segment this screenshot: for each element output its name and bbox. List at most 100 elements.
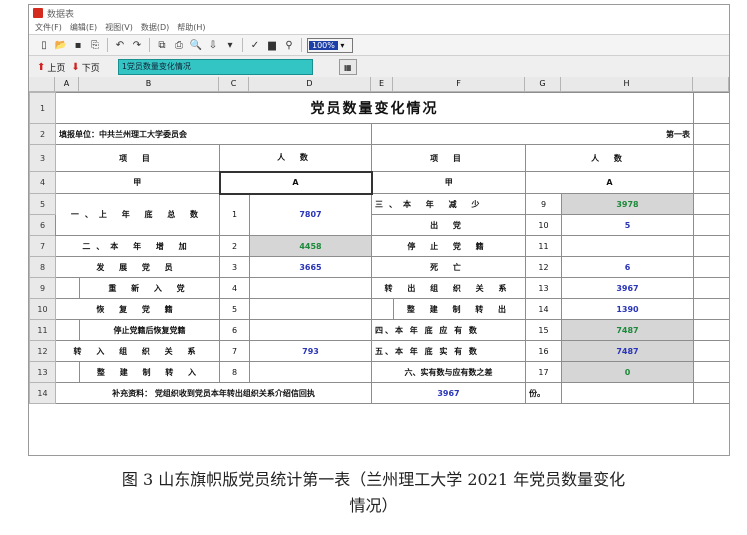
cell-code[interactable]: 14 [525, 298, 562, 320]
cell-value[interactable]: 3665 [249, 256, 372, 278]
cell-code[interactable]: 7 [219, 340, 250, 362]
cell-value[interactable] [249, 319, 372, 341]
cell-label[interactable]: 出 党 [371, 214, 526, 236]
tree-icon[interactable]: ⚲ [282, 38, 296, 52]
cell-value[interactable]: 7487 [561, 340, 694, 362]
cell[interactable] [693, 92, 729, 124]
cell[interactable] [561, 382, 694, 404]
supplementary-note[interactable]: 补充资料： 党组织收到党员本年转出组织关系介绍信回执 [55, 382, 372, 404]
cell-label[interactable]: 整 建 制 转 入 [79, 361, 220, 383]
dropdown-icon[interactable]: ▾ [223, 38, 237, 52]
menu-help[interactable]: 帮助(H) [177, 22, 205, 33]
menu-view[interactable]: 视图(V) [105, 22, 133, 33]
cell-code[interactable]: 12 [525, 256, 562, 278]
cell-code[interactable]: 2 [219, 235, 250, 257]
cell-code[interactable]: 4 [219, 277, 250, 299]
header-item-left[interactable]: 项 目 [55, 144, 220, 172]
col-header-c[interactable]: C [219, 77, 249, 91]
label-a-left[interactable]: A [218, 170, 373, 195]
cell-label[interactable]: 恢 复 党 籍 [55, 298, 220, 320]
zoom-select[interactable]: 100% ▾ [307, 37, 353, 53]
cell[interactable] [693, 214, 729, 236]
cell-label[interactable]: 死 亡 [371, 256, 526, 278]
menu-edit[interactable]: 编辑(E) [70, 22, 97, 33]
row-header[interactable]: 7 [29, 235, 56, 257]
prev-page-button[interactable]: ⬆ 上页 [37, 61, 65, 74]
cell-label[interactable]: 整 建 制 转 出 [393, 298, 526, 320]
cell-label[interactable]: 四、本 年 底 应 有 数 [371, 319, 526, 341]
row-header[interactable]: 5 [29, 193, 56, 215]
col-header-b[interactable]: B [79, 77, 219, 91]
cell-value[interactable]: 4458 [249, 235, 372, 257]
row-header[interactable]: 9 [29, 277, 56, 299]
cell-label[interactable]: 发 展 党 员 [55, 256, 220, 278]
cell-code[interactable]: 11 [525, 235, 562, 257]
open-folder-icon[interactable]: 📂 [54, 38, 68, 52]
row-header[interactable]: 11 [29, 319, 56, 341]
cell[interactable] [693, 319, 729, 341]
row-header[interactable]: 3 [29, 144, 56, 172]
row-header[interactable]: 1 [29, 92, 56, 124]
cell[interactable] [693, 340, 729, 362]
cell-value[interactable]: 7487 [561, 319, 694, 341]
header-count-right[interactable]: 人 数 [525, 144, 694, 172]
cell-label[interactable]: 停止党籍后恢复党籍 [79, 319, 220, 341]
row-header[interactable]: 4 [29, 171, 56, 194]
cell-label[interactable]: 一、上 年 底 总 数 [55, 193, 220, 236]
cell-value[interactable]: 793 [249, 340, 372, 362]
row-header[interactable]: 10 [29, 298, 56, 320]
header-count-left[interactable]: 人 数 [219, 144, 372, 172]
cell-label[interactable]: 转 入 组 织 关 系 [55, 340, 220, 362]
copy-icon[interactable]: ⧉ [155, 38, 169, 52]
cell-label[interactable]: 转 出 组 织 关 系 [371, 277, 526, 299]
row-header[interactable]: 13 [29, 361, 56, 383]
save-icon[interactable]: ▪ [71, 38, 85, 52]
cell[interactable] [693, 298, 729, 320]
cell[interactable] [693, 382, 729, 404]
cell[interactable] [693, 144, 729, 172]
cell-value[interactable]: 7807 [249, 193, 372, 236]
corner-cell[interactable] [29, 77, 55, 91]
cell-code[interactable]: 16 [525, 340, 562, 362]
cell[interactable] [693, 171, 729, 194]
cell-value[interactable] [561, 235, 694, 257]
label-jia-left[interactable]: 甲 [55, 171, 220, 194]
new-file-icon[interactable]: ▯ [37, 38, 51, 52]
cell-code[interactable]: 17 [525, 361, 562, 383]
supplementary-unit[interactable]: 份。 [525, 382, 562, 404]
row-header[interactable]: 2 [29, 123, 56, 145]
cell-code[interactable]: 13 [525, 277, 562, 299]
cell-label[interactable]: 三、本 年 减 少 [371, 193, 526, 215]
col-header-h[interactable]: H [561, 77, 693, 91]
redo-icon[interactable]: ↷ [130, 38, 144, 52]
print-icon[interactable]: ⎙ [172, 38, 186, 52]
header-item-right[interactable]: 项 目 [371, 144, 526, 172]
cell-code[interactable]: 1 [219, 193, 250, 236]
cell-code[interactable]: 15 [525, 319, 562, 341]
chart-icon[interactable]: ▆ [265, 38, 279, 52]
cell-code[interactable]: 8 [219, 361, 250, 383]
cell-label[interactable]: 二、本 年 增 加 [55, 235, 220, 257]
sheet-title[interactable]: 党员数量变化情况 [55, 92, 694, 124]
cell-label[interactable]: 五、本 年 底 实 有 数 [371, 340, 526, 362]
row-header[interactable]: 14 [29, 382, 56, 404]
row-header[interactable]: 8 [29, 256, 56, 278]
col-header-g[interactable]: G [525, 77, 561, 91]
row-header[interactable]: 6 [29, 214, 56, 236]
cell[interactable] [693, 235, 729, 257]
menu-data[interactable]: 数据(D) [141, 22, 169, 33]
export-icon[interactable]: ⇩ [206, 38, 220, 52]
calculator-icon[interactable]: ▦ [338, 59, 357, 75]
row-header[interactable]: 12 [29, 340, 56, 362]
col-header-a[interactable]: A [55, 77, 79, 91]
cell-value[interactable]: 0 [561, 361, 694, 383]
cell-indent[interactable] [55, 277, 80, 299]
cell[interactable] [693, 256, 729, 278]
col-header-f[interactable]: F [393, 77, 525, 91]
cell[interactable] [693, 361, 729, 383]
cell-label[interactable]: 停 止 党 籍 [371, 235, 526, 257]
sheet-number[interactable]: 第一表 [371, 123, 694, 145]
save-as-icon[interactable]: ⎘ [88, 38, 102, 52]
reporting-unit[interactable]: 填报单位：中共兰州理工大学委员会 [55, 123, 372, 145]
next-page-button[interactable]: ⬇ 下页 [71, 61, 99, 74]
